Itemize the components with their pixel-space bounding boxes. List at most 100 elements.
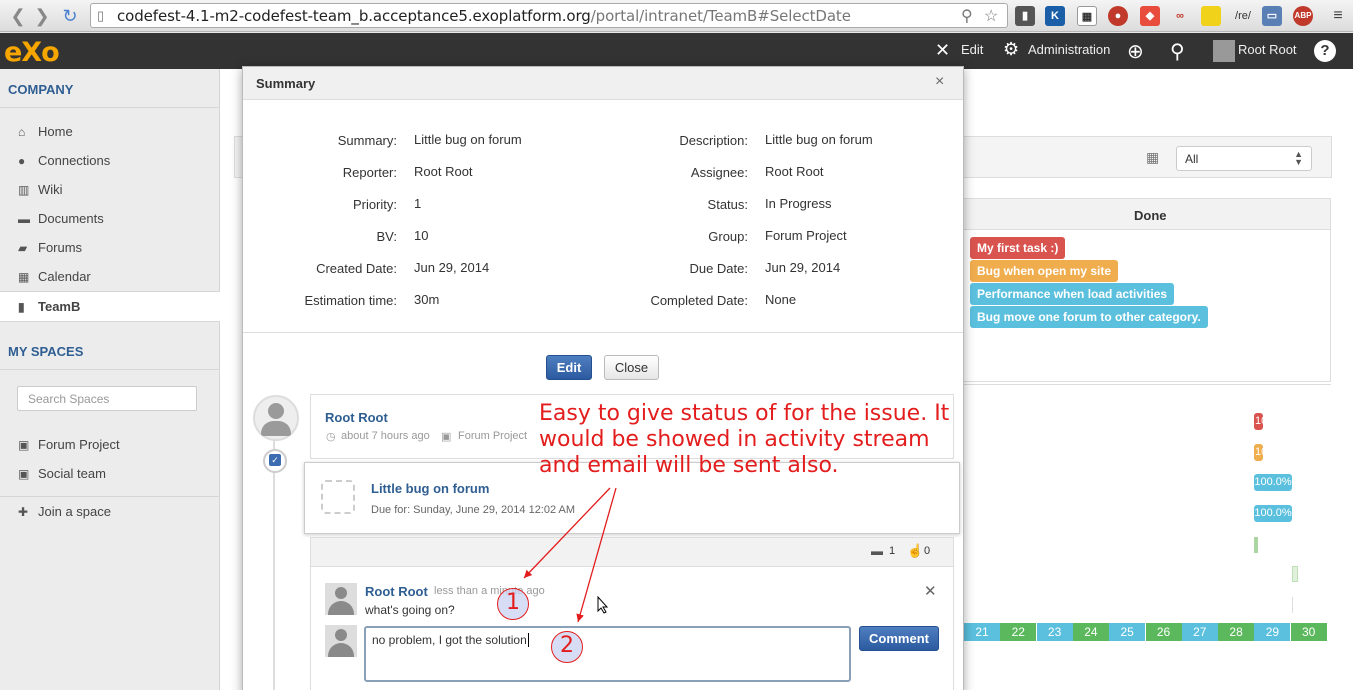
home-icon: ⌂	[18, 125, 26, 139]
day-cell: 24	[1072, 623, 1109, 641]
divider	[243, 332, 963, 333]
task-placeholder-icon	[321, 480, 355, 514]
comment-input[interactable]: no problem, I got the solution	[364, 626, 851, 682]
note-extension-icon[interactable]	[1201, 6, 1221, 26]
divider	[0, 369, 220, 370]
close-button[interactable]: Close	[604, 355, 659, 380]
mouse-cursor-icon	[597, 596, 609, 614]
menu-icon[interactable]: ≡	[1328, 6, 1348, 26]
done-task-tag[interactable]: Bug move one forum to other category.	[970, 306, 1208, 328]
done-column-header: Done	[963, 198, 1331, 230]
user-menu[interactable]: Root Root	[1238, 42, 1297, 57]
wrench-icon[interactable]: ✕	[935, 40, 950, 61]
extension-icon[interactable]: ▮	[1015, 6, 1035, 26]
field-value: 1	[414, 196, 422, 211]
day-cell: 21	[964, 623, 1000, 641]
activity-space[interactable]: Forum Project	[458, 430, 527, 442]
field-label: Assignee:	[690, 165, 748, 180]
done-task-tag[interactable]: Performance when load activities	[970, 283, 1175, 305]
edit-menu[interactable]: Edit	[961, 42, 983, 57]
edit-button[interactable]: Edit	[546, 355, 592, 380]
sidebar-space-social-team[interactable]: ▣ Social team	[18, 466, 218, 488]
activity-time: about 7 hours ago	[341, 430, 430, 442]
sidebar-item-wiki[interactable]: ▥ Wiki	[18, 182, 218, 204]
calendar-icon[interactable]: ▦	[1146, 149, 1159, 166]
day-cell: 23	[1036, 623, 1073, 641]
done-task-tag[interactable]: Bug when open my site	[970, 260, 1119, 282]
reload-icon[interactable]: ↻	[60, 6, 80, 26]
sidebar-item-connections[interactable]: ● Connections	[18, 153, 218, 175]
add-icon[interactable]: ⊕	[1127, 39, 1144, 64]
like-icon[interactable]: ☝	[907, 543, 923, 559]
field-value: Jun 29, 2014	[414, 260, 490, 275]
select-caret-icon: ▲ ▼	[1294, 149, 1303, 167]
url-path: /portal/intranet/TeamB#SelectDate	[590, 7, 851, 25]
comment-text: what's going on?	[365, 603, 455, 617]
exo-logo[interactable]: eXo	[4, 37, 60, 68]
sidebar-space-forum-project[interactable]: ▣ Forum Project	[18, 437, 218, 459]
sidebar-item-forums[interactable]: ▰ Forums	[18, 240, 218, 262]
field-value: In Progress	[765, 196, 832, 211]
task-due: Due for: Sunday, June 29, 2014 12:02 AM	[371, 504, 576, 516]
stop-extension-icon[interactable]: ●	[1108, 6, 1128, 26]
link-extension-icon[interactable]: ∞	[1170, 6, 1190, 26]
page-icon: ▮	[18, 300, 25, 314]
comment-author[interactable]: Root Root	[365, 584, 428, 599]
back-icon[interactable]: ❮	[8, 6, 28, 26]
field-value: Root Root	[414, 164, 473, 179]
calendar-icon: ▦	[18, 270, 30, 284]
qr-extension-icon[interactable]: ▦	[1077, 6, 1097, 26]
day-cell: 22	[1000, 623, 1037, 641]
activity-author[interactable]: Root Root	[325, 410, 388, 425]
close-icon[interactable]: ×	[935, 73, 944, 91]
comment-icon[interactable]: ▬	[871, 544, 883, 558]
field-value: Root Root	[765, 164, 824, 179]
sidebar-item-documents[interactable]: ▬ Documents	[18, 211, 218, 233]
progress-bar: 10	[1254, 413, 1263, 430]
avatar[interactable]	[325, 583, 357, 615]
field-label: Group:	[708, 229, 748, 244]
user-avatar[interactable]	[1213, 40, 1235, 62]
search-spaces-input[interactable]: Search Spaces	[17, 386, 197, 411]
avatar[interactable]	[253, 395, 299, 441]
address-bar[interactable]: ▯ codefest-4.1-m2-codefest-team_b.accept…	[90, 3, 1008, 28]
progress-bar	[1292, 566, 1298, 582]
sidebar-item-calendar[interactable]: ▦ Calendar	[18, 269, 218, 291]
forward-icon[interactable]: ❯	[32, 6, 52, 26]
join-space-link[interactable]: ✚ Join a space	[18, 504, 218, 526]
field-label: Created Date:	[316, 261, 397, 276]
day-scale: 21 22 23 24 25 26 27 28 29 30	[964, 623, 1327, 641]
field-label: Status:	[707, 197, 748, 212]
star-icon[interactable]: ☆	[984, 6, 998, 26]
administration-menu[interactable]: Administration	[1028, 42, 1110, 57]
annotation-marker-1: 1	[497, 588, 529, 620]
day-cell: 26	[1145, 623, 1182, 641]
progress-bar	[1292, 597, 1293, 613]
tag-extension-icon[interactable]: ◆	[1140, 6, 1160, 26]
search-icon[interactable]: ⚲	[961, 6, 973, 26]
field-value: None	[765, 292, 797, 307]
window-extension-icon[interactable]: ▭	[1262, 6, 1282, 26]
field-label: Reporter:	[342, 165, 397, 180]
sidebar-item-home[interactable]: ⌂ Home	[18, 124, 218, 146]
day-cell: 30	[1290, 623, 1327, 641]
gear-icon[interactable]: ⚙	[1003, 39, 1019, 60]
abp-icon[interactable]: ABP	[1293, 6, 1313, 26]
comment-button[interactable]: Comment	[859, 626, 939, 651]
field-value: Little bug on forum	[765, 132, 873, 147]
day-cell: 28	[1218, 623, 1255, 641]
search-icon[interactable]: ⚲	[1170, 39, 1185, 64]
sidebar-item-teamb[interactable]: ▮ TeamB	[0, 291, 220, 322]
space-icon: ▣	[18, 467, 30, 481]
clock-icon: ◷	[326, 431, 336, 443]
task-title-link[interactable]: Little bug on forum	[371, 481, 489, 496]
divider	[0, 107, 220, 108]
filter-select[interactable]: All ▲ ▼	[1176, 146, 1312, 171]
help-icon[interactable]: ?	[1314, 40, 1336, 62]
close-icon[interactable]: ✕	[924, 582, 937, 600]
done-task-tag[interactable]: My first task :)	[970, 237, 1066, 259]
k-extension-icon[interactable]: K	[1045, 6, 1065, 26]
modal-title: Summary	[256, 76, 316, 91]
annotation-marker-2: 2	[551, 631, 583, 663]
re-extension-label[interactable]: /re/	[1230, 6, 1256, 26]
